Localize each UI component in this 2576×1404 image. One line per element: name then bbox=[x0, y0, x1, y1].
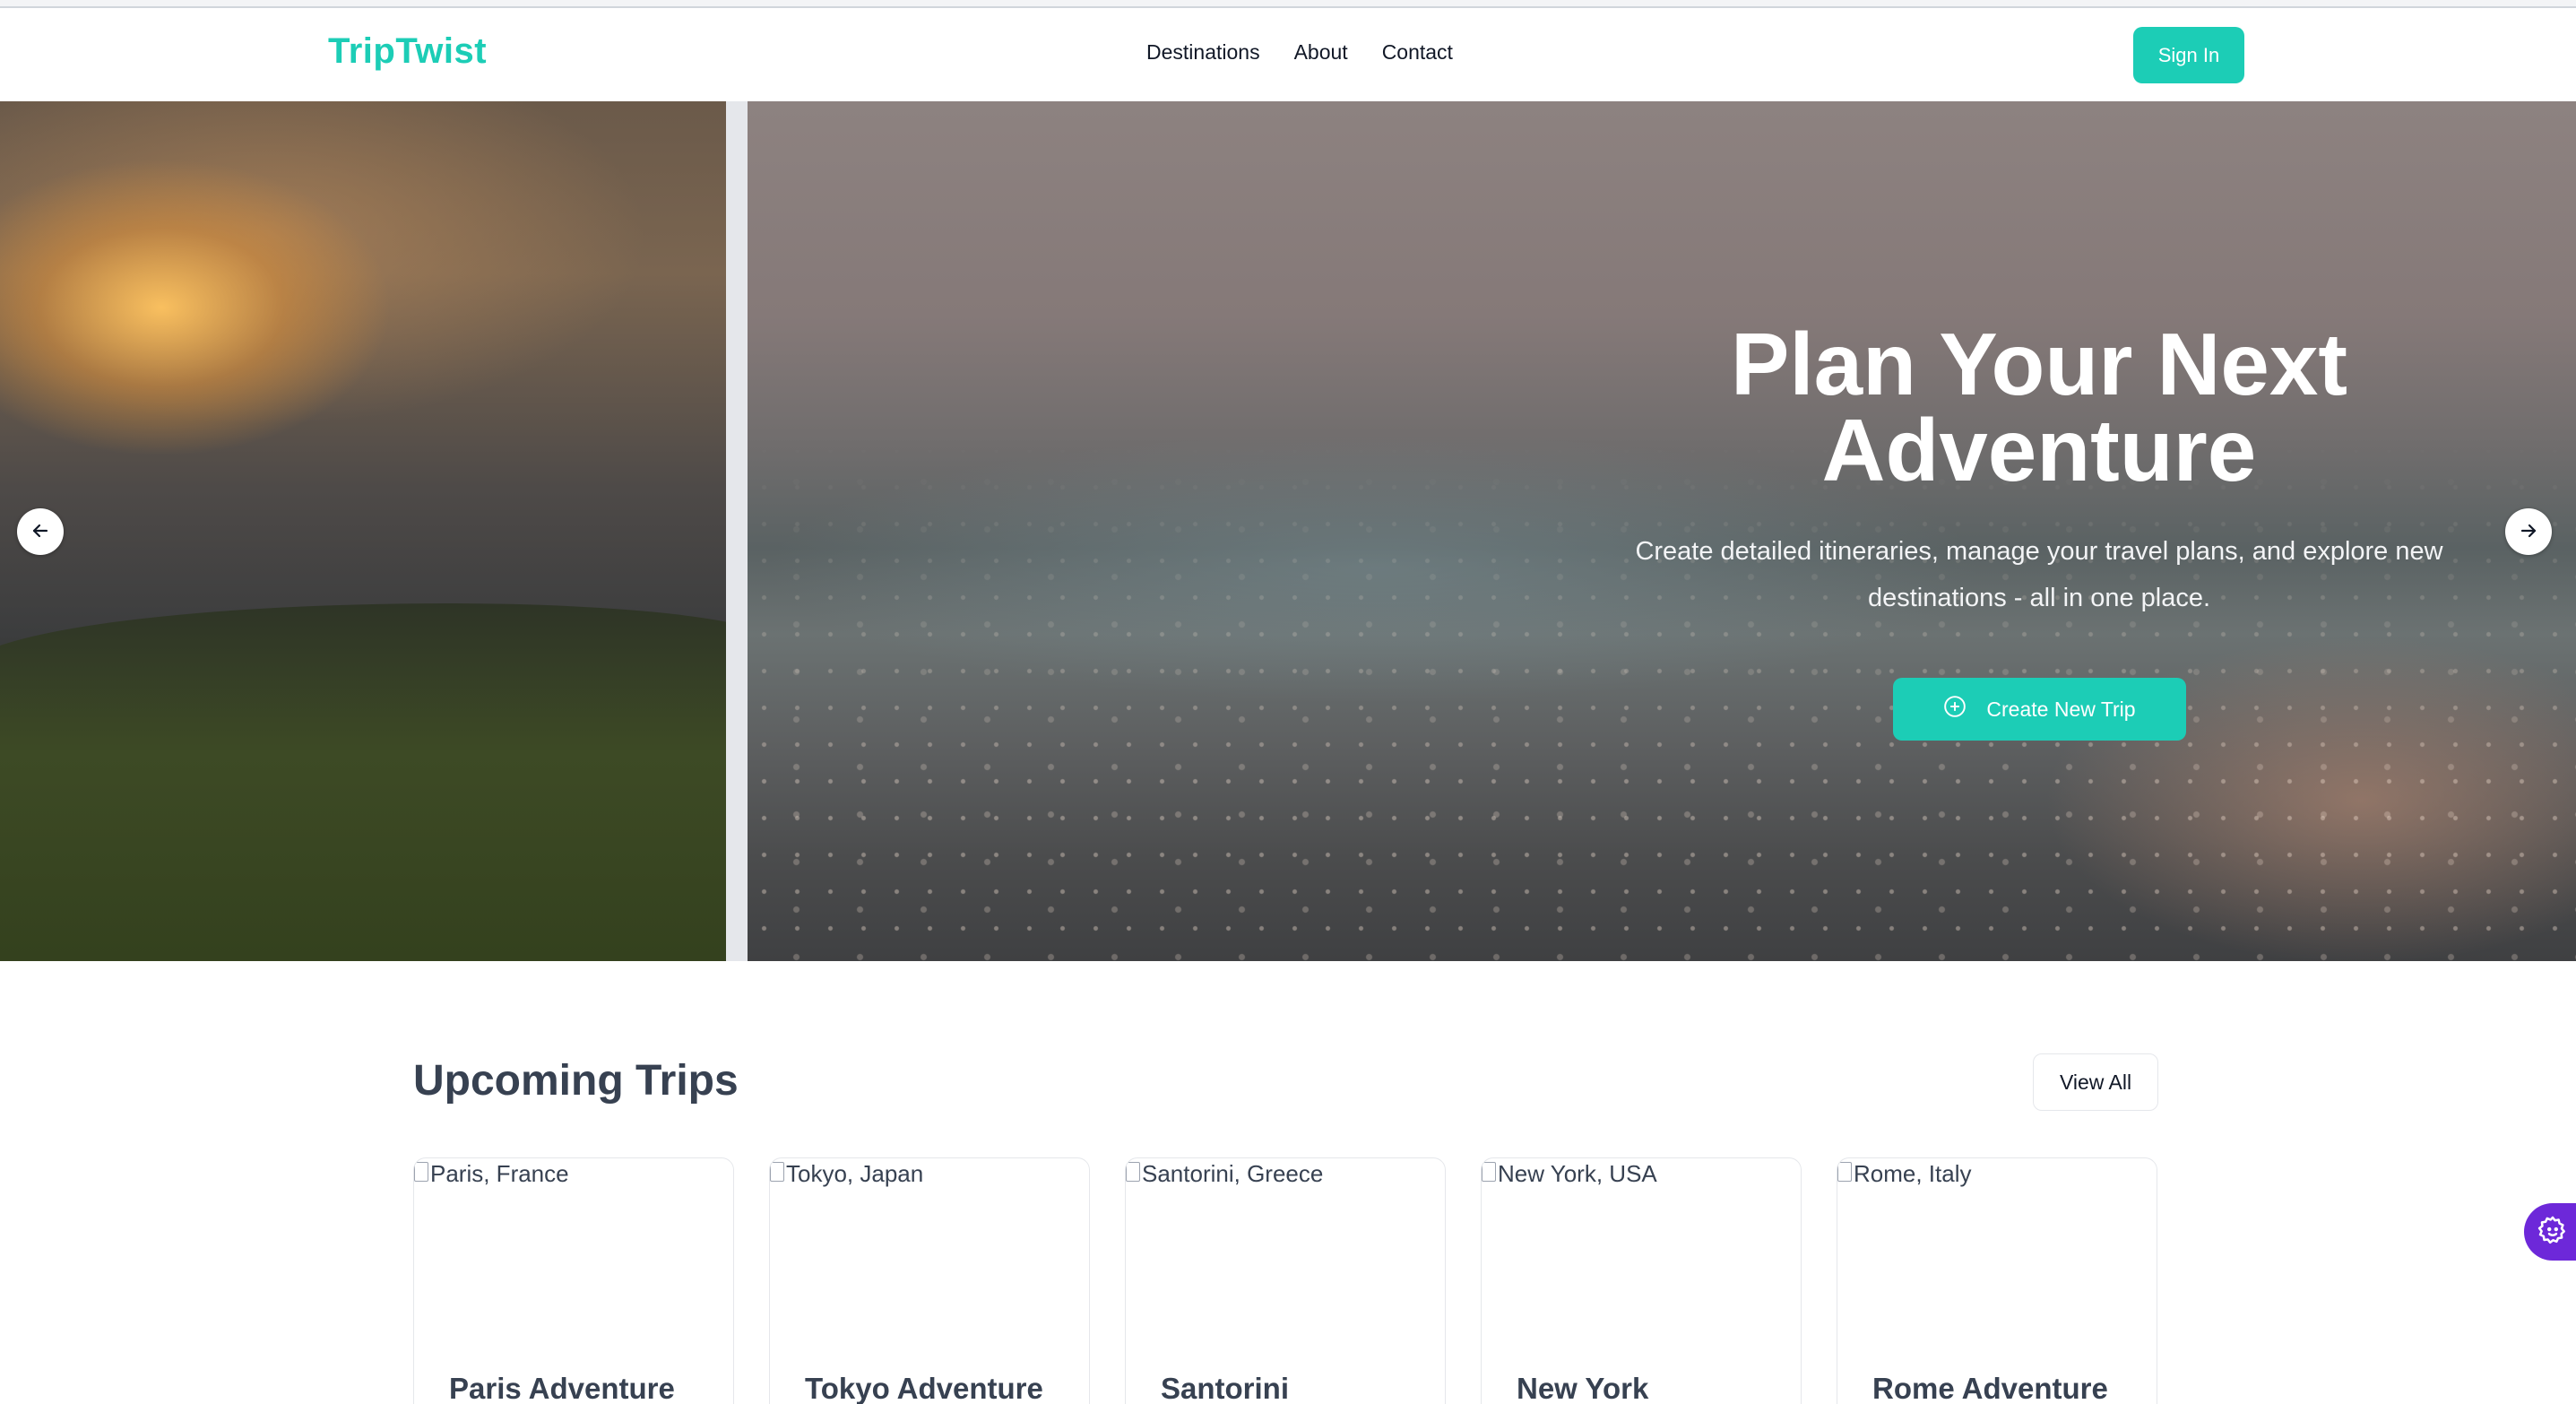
trip-card-title: Rome Adventure bbox=[1872, 1372, 2108, 1404]
logo[interactable]: TripTwist bbox=[328, 31, 487, 72]
nav-contact[interactable]: Contact bbox=[1382, 40, 1453, 65]
trip-cards: Paris, France Paris Adventure Tokyo, Jap… bbox=[413, 1157, 2157, 1404]
trip-image-broken: New York, USA bbox=[1482, 1158, 1801, 1338]
carousel-next-button[interactable] bbox=[2505, 508, 2552, 555]
create-new-trip-label: Create New Trip bbox=[1986, 697, 2136, 721]
carousel-slide-previous bbox=[0, 101, 771, 961]
view-all-button[interactable]: View All bbox=[2033, 1053, 2158, 1111]
trip-card-paris[interactable]: Paris, France Paris Adventure bbox=[413, 1157, 734, 1404]
floating-widget-button[interactable] bbox=[2524, 1203, 2576, 1261]
trip-card-santorini[interactable]: Santorini, Greece Santorini bbox=[1125, 1157, 1446, 1404]
trip-image-broken: Paris, France bbox=[414, 1158, 733, 1338]
trip-card-rome[interactable]: Rome, Italy Rome Adventure bbox=[1837, 1157, 2157, 1404]
broken-image-icon bbox=[1837, 1162, 1852, 1182]
broken-image-icon bbox=[414, 1162, 428, 1182]
broken-image-icon bbox=[1482, 1162, 1496, 1182]
arrow-left-icon bbox=[30, 520, 51, 544]
trip-card-title: New York bbox=[1517, 1372, 1649, 1404]
broken-image-icon bbox=[770, 1162, 784, 1182]
upcoming-trips-title: Upcoming Trips bbox=[413, 1057, 739, 1105]
trip-image-broken: Santorini, Greece bbox=[1126, 1158, 1445, 1338]
trip-card-title: Santorini bbox=[1161, 1372, 1290, 1404]
site-header: TripTwist Destinations About Contact Sig… bbox=[0, 8, 2576, 101]
trip-image-alt: Santorini, Greece bbox=[1142, 1160, 1324, 1187]
trip-card-title: Paris Adventure bbox=[449, 1372, 675, 1404]
trip-image-alt: New York, USA bbox=[1498, 1160, 1657, 1187]
gear-smile-icon bbox=[2536, 1214, 2570, 1251]
plus-circle-icon bbox=[1943, 695, 1967, 724]
trip-image-broken: Tokyo, Japan bbox=[770, 1158, 1089, 1338]
trip-image-alt: Tokyo, Japan bbox=[786, 1160, 924, 1187]
nav-destinations[interactable]: Destinations bbox=[1146, 40, 1260, 65]
create-new-trip-button[interactable]: Create New Trip bbox=[1893, 678, 2186, 741]
carousel-prev-button[interactable] bbox=[17, 508, 64, 555]
trip-card-new-york[interactable]: New York, USA New York bbox=[1481, 1157, 1802, 1404]
main-nav: Destinations About Contact bbox=[1146, 40, 1453, 65]
hill-landscape bbox=[0, 603, 771, 961]
hero-subtitle: Create detailed itineraries, manage your… bbox=[1635, 537, 2443, 612]
hero-title: Plan Your Next Adventure bbox=[1730, 315, 2347, 499]
trip-image-alt: Rome, Italy bbox=[1854, 1160, 1972, 1187]
trip-card-tokyo[interactable]: Tokyo, Japan Tokyo Adventure bbox=[769, 1157, 1090, 1404]
broken-image-icon bbox=[1126, 1162, 1140, 1182]
arrow-right-icon bbox=[2518, 520, 2539, 544]
nav-about[interactable]: About bbox=[1294, 40, 1348, 65]
hero-carousel: Plan Your Next Adventure Create detailed… bbox=[0, 101, 2576, 961]
trip-image-broken: Rome, Italy bbox=[1837, 1158, 2157, 1338]
browser-top-strip bbox=[0, 0, 2576, 8]
sign-in-button[interactable]: Sign In bbox=[2133, 27, 2244, 83]
trip-card-title: Tokyo Adventure bbox=[805, 1372, 1043, 1404]
trip-image-alt: Paris, France bbox=[430, 1160, 569, 1187]
carousel-gap bbox=[726, 101, 748, 961]
